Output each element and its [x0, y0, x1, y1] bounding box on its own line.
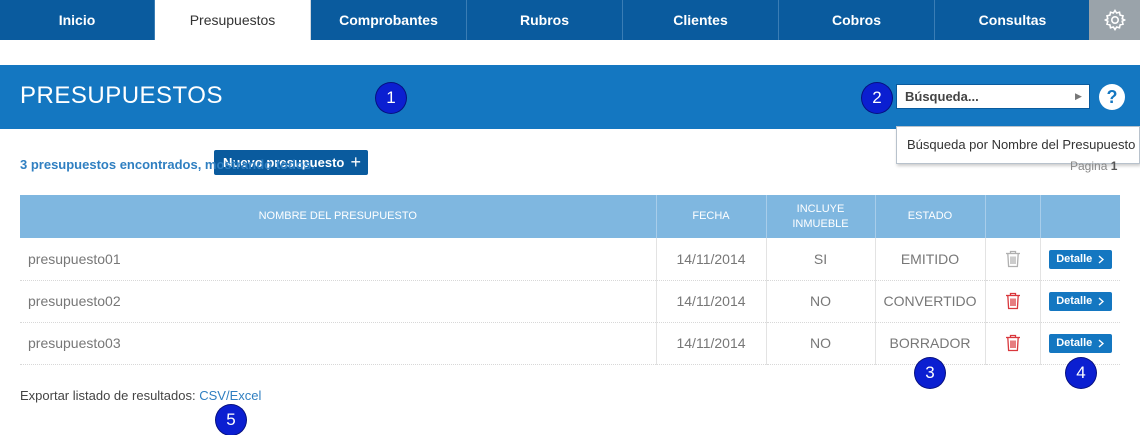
trash-icon	[1005, 250, 1020, 268]
column-header-incluye-line2: INMUEBLE	[792, 217, 849, 230]
trash-icon[interactable]	[1005, 292, 1021, 310]
export-label: Exportar listado de resultados:	[20, 388, 196, 403]
detail-label: Detalle	[1056, 253, 1093, 265]
row-delete-cell	[985, 322, 1041, 365]
column-header-delete	[985, 195, 1041, 238]
row-name: presupuesto02	[20, 280, 657, 323]
row-date: 14/11/2014	[656, 238, 767, 281]
row-detail-cell: Detalle	[1040, 280, 1120, 323]
trash-icon[interactable]	[1005, 334, 1021, 352]
export-row: Exportar listado de resultados: CSV/Exce…	[20, 388, 261, 403]
tab-consultas[interactable]: Consultas	[935, 0, 1091, 40]
search-input[interactable]	[896, 84, 1090, 109]
row-estado: CONVERTIDO	[875, 280, 986, 323]
annotation-badge-5: 5	[216, 405, 246, 435]
column-header-estado[interactable]: ESTADO	[875, 195, 986, 238]
page-title: PRESUPUESTOS	[20, 82, 223, 109]
column-header-date[interactable]: FECHA	[656, 195, 767, 238]
presupuestos-table: NOMBRE DEL PRESUPUESTO FECHA INCLUYE INM…	[20, 195, 1120, 365]
pagination-label: Pagina 1	[1070, 159, 1117, 173]
row-name: presupuesto03	[20, 322, 657, 365]
table-row: presupuesto03 14/11/2014 NO BORRADOR Det…	[20, 322, 1120, 365]
row-delete-cell	[985, 280, 1041, 323]
row-incluye: NO	[766, 280, 876, 323]
export-csv-link[interactable]: CSV/Excel	[199, 388, 261, 403]
tab-rubros[interactable]: Rubros	[467, 0, 623, 40]
detail-button[interactable]: Detalle	[1048, 249, 1112, 269]
detail-label: Detalle	[1056, 295, 1093, 308]
top-nav: Inicio Presupuestos Comprobantes Rubros …	[0, 0, 1140, 40]
column-header-name[interactable]: NOMBRE DEL PRESUPUESTO	[20, 195, 657, 238]
chevron-right-icon	[1098, 254, 1105, 264]
annotation-badge-2: 2	[862, 83, 892, 113]
tab-clientes[interactable]: Clientes	[623, 0, 779, 40]
column-header-incluye-line1: INCLUYE	[796, 202, 845, 215]
row-name: presupuesto01	[20, 238, 657, 281]
table-row: presupuesto02 14/11/2014 NO CONVERTIDO D…	[20, 280, 1120, 323]
tab-cobros[interactable]: Cobros	[779, 0, 935, 40]
search-arrow-icon[interactable]: ▶	[1075, 91, 1082, 102]
column-header-detail	[1040, 195, 1120, 238]
results-summary: 3 presupuestos encontrados, mostrando to…	[20, 157, 315, 172]
row-delete-cell	[985, 238, 1041, 281]
tab-presupuestos[interactable]: Presupuestos	[155, 0, 311, 40]
plus-icon: +	[350, 152, 361, 172]
row-date: 14/11/2014	[656, 280, 767, 323]
row-incluye: NO	[766, 322, 876, 365]
tab-inicio[interactable]: Inicio	[0, 0, 155, 40]
annotation-badge-3: 3	[915, 358, 945, 388]
table-header-row: NOMBRE DEL PRESUPUESTO FECHA INCLUYE INM…	[20, 195, 1120, 238]
page-number: 1	[1110, 159, 1118, 173]
tab-comprobantes[interactable]: Comprobantes	[311, 0, 467, 40]
column-header-incluye[interactable]: INCLUYE INMUEBLE	[766, 195, 876, 238]
chevron-right-icon	[1098, 339, 1105, 348]
row-incluye: SI	[766, 238, 876, 281]
row-detail-cell: Detalle	[1040, 238, 1120, 281]
page-header: PRESUPUESTOS Nuevo presupuesto + 1 2 ▶ ?	[0, 65, 1140, 175]
table-row: presupuesto01 14/11/2014 SI EMITIDO Deta…	[20, 238, 1120, 281]
chevron-right-icon	[1098, 297, 1105, 306]
detail-button[interactable]: Detalle	[1048, 333, 1112, 353]
detail-button[interactable]: Detalle	[1048, 291, 1112, 311]
detail-label: Detalle	[1056, 337, 1093, 350]
help-button[interactable]: ?	[1099, 84, 1125, 110]
annotation-badge-1: 1	[376, 83, 406, 113]
page-label: Pagina	[1070, 159, 1108, 173]
row-date: 14/11/2014	[656, 322, 767, 365]
row-estado: EMITIDO	[875, 238, 986, 281]
settings-button[interactable]	[1089, 0, 1140, 40]
gear-icon	[1103, 9, 1126, 31]
annotation-badge-4: 4	[1066, 358, 1096, 388]
